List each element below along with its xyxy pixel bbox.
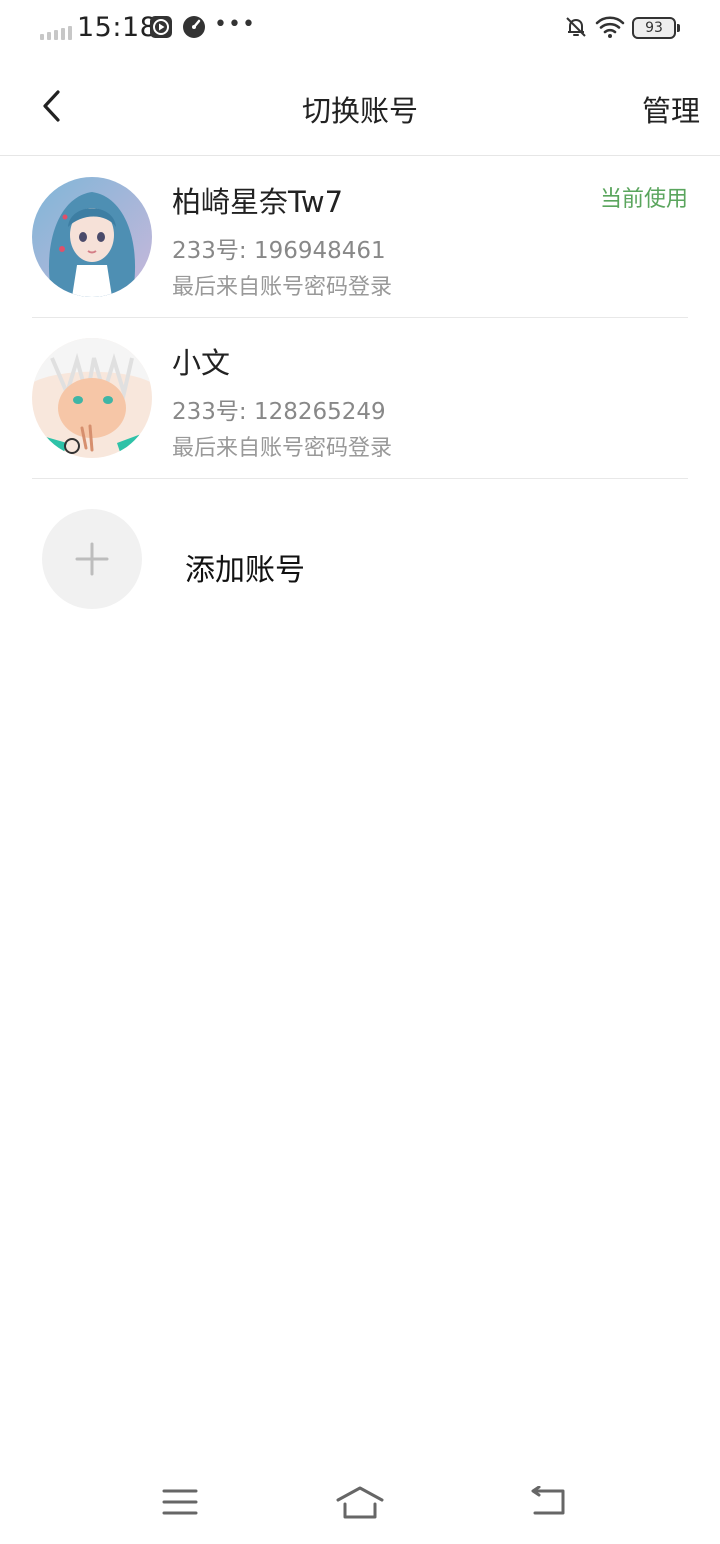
status-bar: 15:18 ••• 93 bbox=[0, 0, 720, 58]
page-title: 切换账号 bbox=[301, 94, 418, 128]
account-id: 233号: 196948461 bbox=[172, 238, 386, 264]
wifi-icon bbox=[595, 16, 625, 38]
account-name: 柏崎星奈Tw7 bbox=[172, 185, 344, 219]
system-nav-bar bbox=[0, 1460, 720, 1544]
menu-button[interactable] bbox=[150, 1480, 210, 1524]
avatar bbox=[32, 177, 152, 297]
account-login-source: 最后来自账号密码登录 bbox=[172, 275, 393, 300]
account-login-source: 最后来自账号密码登录 bbox=[172, 436, 393, 461]
account-id: 233号: 128265249 bbox=[172, 399, 386, 425]
add-account-label: 添加账号 bbox=[185, 553, 305, 588]
avatar-image bbox=[32, 177, 152, 297]
account-list: 柏崎星奈Tw7 233号: 196948461 最后来自账号密码登录 当前使用 bbox=[0, 157, 720, 639]
account-name: 小文 bbox=[172, 346, 231, 380]
gauge-icon bbox=[183, 16, 205, 38]
avatar bbox=[32, 338, 152, 458]
top-bar: 切换账号 管理 bbox=[0, 58, 720, 156]
plus-icon bbox=[75, 542, 109, 576]
add-account-button[interactable]: 添加账号 bbox=[32, 479, 688, 639]
manage-button[interactable]: 管理 bbox=[642, 88, 700, 130]
account-item[interactable]: 小文 233号: 128265249 最后来自账号密码登录 bbox=[32, 318, 688, 479]
account-item[interactable]: 柏崎星奈Tw7 233号: 196948461 最后来自账号密码登录 当前使用 bbox=[32, 157, 688, 318]
home-button[interactable] bbox=[330, 1480, 390, 1524]
battery-icon: 93 bbox=[632, 17, 680, 39]
menu-icon bbox=[162, 1489, 198, 1515]
avatar-image bbox=[32, 338, 152, 458]
back-icon bbox=[531, 1486, 565, 1515]
add-circle bbox=[42, 509, 142, 609]
screen: 15:18 ••• 93 切换账号 管理 柏崎星奈Tw7 233号: 19694… bbox=[0, 0, 720, 1544]
status-time: 15:18 bbox=[77, 12, 158, 43]
bell-off-icon bbox=[566, 17, 586, 37]
more-dots-icon: ••• bbox=[214, 12, 256, 37]
video-icon bbox=[150, 16, 172, 38]
signal-icon bbox=[40, 24, 72, 40]
back-nav-button[interactable] bbox=[518, 1480, 578, 1524]
current-account-badge: 当前使用 bbox=[599, 187, 688, 212]
home-icon bbox=[336, 1486, 384, 1519]
